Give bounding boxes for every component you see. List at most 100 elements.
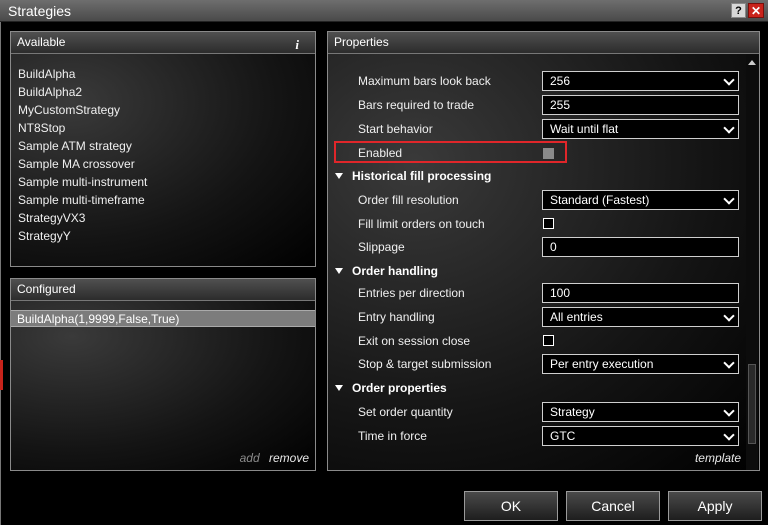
prop-row-order-fill: Order fill resolution Standard (Fastest) xyxy=(328,188,748,212)
prop-row-bars-required: Bars required to trade 255 xyxy=(328,93,748,117)
properties-header: Properties xyxy=(328,32,759,54)
prop-row-entries-per-direction: Entries per direction 100 xyxy=(328,281,748,305)
order-fill-value: Standard (Fastest) xyxy=(550,193,650,207)
remove-link[interactable]: remove xyxy=(269,451,309,465)
collapse-triangle-icon xyxy=(335,268,343,274)
available-header: Available i xyxy=(11,32,315,54)
list-item[interactable]: MyCustomStrategy xyxy=(18,101,315,119)
slippage-value: 0 xyxy=(550,240,557,254)
configured-panel: Configured BuildAlpha(1,9999,False,True)… xyxy=(10,278,316,471)
time-in-force-value: GTC xyxy=(550,429,576,443)
prop-row-slippage: Slippage 0 xyxy=(328,235,748,259)
bars-required-input[interactable]: 255 xyxy=(542,95,739,115)
entries-per-direction-label: Entries per direction xyxy=(358,286,465,300)
fill-limit-checkbox[interactable] xyxy=(543,218,554,229)
set-order-qty-label: Set order quantity xyxy=(358,405,453,419)
title-bar: Strategies ? ✕ xyxy=(0,0,768,22)
chevron-down-icon xyxy=(723,405,735,417)
chevron-down-icon xyxy=(723,357,735,369)
info-icon[interactable]: i xyxy=(295,35,299,55)
list-item[interactable]: Sample multi-timeframe xyxy=(18,191,315,209)
chevron-down-icon xyxy=(723,74,735,86)
available-panel: Available i BuildAlpha BuildAlpha2 MyCus… xyxy=(10,31,316,267)
configured-title: Configured xyxy=(17,282,76,296)
prop-row-set-order-qty: Set order quantity Strategy xyxy=(328,400,748,424)
available-list: BuildAlpha BuildAlpha2 MyCustomStrategy … xyxy=(11,54,315,245)
fill-limit-label: Fill limit orders on touch xyxy=(358,217,485,231)
scroll-up-arrow-icon[interactable] xyxy=(748,60,756,65)
chevron-down-icon xyxy=(723,310,735,322)
time-in-force-label: Time in force xyxy=(358,429,427,443)
exit-on-close-label: Exit on session close xyxy=(358,334,471,348)
entries-per-direction-input[interactable]: 100 xyxy=(542,283,739,303)
configured-links: add remove xyxy=(240,451,309,465)
prop-row-exit-on-close: Exit on session close xyxy=(328,329,748,353)
entry-handling-label: Entry handling xyxy=(358,310,435,324)
template-link[interactable]: template xyxy=(695,451,741,465)
list-item[interactable]: StrategyY xyxy=(18,227,315,245)
collapse-triangle-icon xyxy=(335,385,343,391)
prop-row-time-in-force: Time in force GTC xyxy=(328,424,748,448)
order-fill-dropdown[interactable]: Standard (Fastest) xyxy=(542,190,739,210)
entries-per-direction-value: 100 xyxy=(550,286,571,300)
list-item[interactable]: StrategyVX3 xyxy=(18,209,315,227)
set-order-qty-value: Strategy xyxy=(550,405,595,419)
start-behavior-value: Wait until flat xyxy=(550,122,619,136)
prop-row-stop-target: Stop & target submission Per entry execu… xyxy=(328,352,748,376)
prop-row-fill-limit: Fill limit orders on touch xyxy=(328,212,748,236)
available-title: Available xyxy=(17,35,66,49)
stop-target-dropdown[interactable]: Per entry execution xyxy=(542,354,739,374)
slippage-label: Slippage xyxy=(358,240,405,254)
historical-section-label: Historical fill processing xyxy=(352,169,492,183)
set-order-qty-dropdown[interactable]: Strategy xyxy=(542,402,739,422)
list-item[interactable]: Sample ATM strategy xyxy=(18,137,315,155)
stop-target-label: Stop & target submission xyxy=(358,357,492,371)
apply-button[interactable]: Apply xyxy=(668,491,762,521)
section-order-properties[interactable]: Order properties xyxy=(328,376,748,400)
edge-marker xyxy=(0,360,3,390)
enabled-highlight-box xyxy=(334,141,567,163)
collapse-triangle-icon xyxy=(335,173,343,179)
order-handling-section-label: Order handling xyxy=(352,264,439,278)
properties-title: Properties xyxy=(334,35,389,49)
chevron-down-icon xyxy=(723,429,735,441)
close-button[interactable]: ✕ xyxy=(748,3,764,18)
order-fill-label: Order fill resolution xyxy=(358,193,459,207)
list-item[interactable]: BuildAlpha xyxy=(18,65,315,83)
chevron-down-icon xyxy=(723,193,735,205)
slippage-input[interactable]: 0 xyxy=(542,237,739,257)
list-item[interactable]: NT8Stop xyxy=(18,119,315,137)
prop-row-start-behavior: Start behavior Wait until flat xyxy=(328,117,748,141)
order-properties-section-label: Order properties xyxy=(352,381,447,395)
start-behavior-label: Start behavior xyxy=(358,122,433,136)
chevron-down-icon xyxy=(723,122,735,134)
start-behavior-dropdown[interactable]: Wait until flat xyxy=(542,119,739,139)
bars-required-label: Bars required to trade xyxy=(358,98,475,112)
bars-required-value: 255 xyxy=(550,98,571,112)
exit-on-close-checkbox[interactable] xyxy=(543,335,554,346)
cancel-button[interactable]: Cancel xyxy=(566,491,660,521)
stop-target-value: Per entry execution xyxy=(550,357,654,371)
prop-row-entry-handling: Entry handling All entries xyxy=(328,305,748,329)
window-edge xyxy=(0,22,1,525)
properties-scrollbar[interactable] xyxy=(746,54,758,470)
properties-panel: Properties Maximum bars look back 256 Ba… xyxy=(327,31,760,471)
max-bars-value: 256 xyxy=(550,74,571,88)
section-historical[interactable]: Historical fill processing xyxy=(328,164,748,188)
entry-handling-dropdown[interactable]: All entries xyxy=(542,307,739,327)
help-button[interactable]: ? xyxy=(731,3,746,18)
scrollbar-thumb[interactable] xyxy=(748,364,756,444)
add-link[interactable]: add xyxy=(240,451,260,465)
section-order-handling[interactable]: Order handling xyxy=(328,259,748,283)
list-item[interactable]: Sample MA crossover xyxy=(18,155,315,173)
configured-header: Configured xyxy=(11,279,315,301)
max-bars-label: Maximum bars look back xyxy=(358,74,491,88)
configured-item-selected[interactable]: BuildAlpha(1,9999,False,True) xyxy=(11,310,315,327)
time-in-force-dropdown[interactable]: GTC xyxy=(542,426,739,446)
window-title: Strategies xyxy=(8,3,72,19)
ok-button[interactable]: OK xyxy=(464,491,558,521)
max-bars-dropdown[interactable]: 256 xyxy=(542,71,739,91)
list-item[interactable]: BuildAlpha2 xyxy=(18,83,315,101)
list-item[interactable]: Sample multi-instrument xyxy=(18,173,315,191)
prop-row-max-bars: Maximum bars look back 256 xyxy=(328,69,748,93)
